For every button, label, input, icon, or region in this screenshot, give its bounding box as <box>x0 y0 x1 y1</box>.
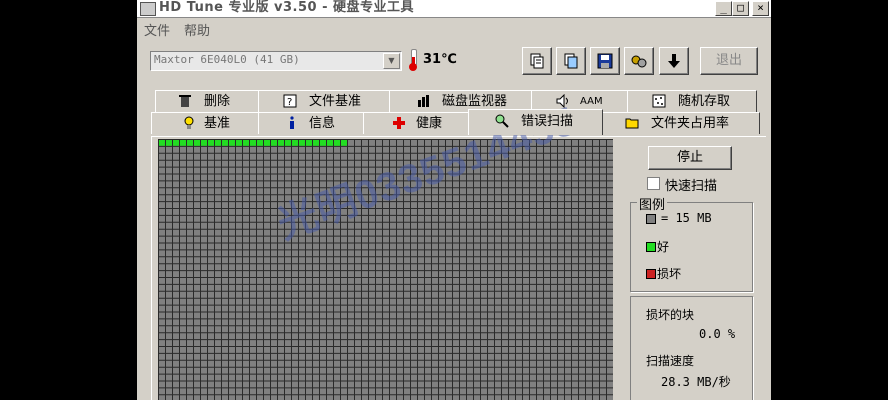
good-block <box>221 139 228 146</box>
good-block <box>158 139 165 146</box>
tab-erase[interactable]: 删除 <box>155 90 259 112</box>
temperature-readout: 31℃ <box>423 52 457 67</box>
drive-select-value: Maxtor 6E040L0 (41 GB) <box>154 53 300 66</box>
magnifier-icon <box>495 114 509 128</box>
good-block <box>172 139 179 146</box>
damaged-blocks-value: 0.0 % <box>699 327 736 341</box>
good-block <box>263 139 270 146</box>
speaker-icon <box>556 93 570 109</box>
minimize-button[interactable]: _ <box>715 1 732 16</box>
hdtune-window: HD Tune 专业版 v3.50 - 硬盘专业工具 _ □ × 文件 帮助 M… <box>137 0 771 400</box>
save-button[interactable] <box>590 47 620 75</box>
maximize-button[interactable]: □ <box>732 1 749 16</box>
title-bar: HD Tune 专业版 v3.50 - 硬盘专业工具 _ □ × <box>137 0 771 18</box>
download-button[interactable] <box>659 47 689 75</box>
legend-pending-swatch <box>646 214 656 224</box>
toolbar: Maxtor 6E040L0 (41 GB) ▼ 31℃ 退出 <box>137 40 771 84</box>
tab-benchmark-label: 基准 <box>204 116 231 131</box>
window-title: HD Tune 专业版 v3.50 - 硬盘专业工具 <box>159 0 415 15</box>
good-block <box>298 139 305 146</box>
file-benchmark-icon: ? <box>283 94 297 108</box>
good-block <box>291 139 298 146</box>
quick-scan-checkbox[interactable] <box>647 177 660 190</box>
bulb-icon <box>182 116 196 130</box>
quick-scan-label: 快速扫描 <box>665 179 718 194</box>
tab-health-label: 健康 <box>416 116 443 131</box>
stop-button[interactable]: 停止 <box>648 146 732 170</box>
app-icon <box>140 2 156 16</box>
close-button[interactable]: × <box>752 1 769 16</box>
tab-info[interactable]: 信息 <box>258 112 364 134</box>
menu-help[interactable]: 帮助 <box>184 20 210 39</box>
tab-file-benchmark[interactable]: ? 文件基准 <box>258 90 390 112</box>
tab-random-access-label: 随机存取 <box>678 94 731 109</box>
good-block <box>333 139 340 146</box>
good-block <box>305 139 312 146</box>
disk-monitor-icon <box>417 94 431 108</box>
tab-folder-usage[interactable]: 文件夹占用率 <box>602 112 760 134</box>
good-block <box>165 139 172 146</box>
legend-good-swatch <box>646 242 656 252</box>
damaged-blocks-label: 损坏的块 <box>646 308 695 322</box>
good-block <box>186 139 193 146</box>
download-arrow-icon <box>668 54 680 68</box>
scan-speed-value: 28.3 MB/秒 <box>661 375 731 389</box>
copy-text-button[interactable] <box>522 47 552 75</box>
good-block <box>256 139 263 146</box>
tab-error-scan[interactable]: 错误扫描 <box>468 109 603 135</box>
svg-text:?: ? <box>287 97 292 108</box>
good-block <box>193 139 200 146</box>
good-block <box>277 139 284 146</box>
copy-screenshot-button[interactable] <box>556 47 586 75</box>
trash-icon <box>178 94 192 108</box>
scan-block-map <box>158 139 613 400</box>
options-button[interactable] <box>624 47 654 75</box>
good-block <box>228 139 235 146</box>
tab-benchmark[interactable]: 基准 <box>151 112 259 134</box>
tab-health[interactable]: 健康 <box>363 112 469 134</box>
good-block <box>200 139 207 146</box>
tab-folder-usage-label: 文件夹占用率 <box>651 116 730 131</box>
tab-file-benchmark-label: 文件基准 <box>309 94 362 109</box>
good-block <box>319 139 326 146</box>
save-icon <box>597 53 613 69</box>
good-block <box>235 139 242 146</box>
tab-erase-label: 删除 <box>204 94 231 109</box>
thermometer-icon <box>409 49 417 71</box>
menu-bar: 文件 帮助 <box>137 18 771 39</box>
legend-bad-swatch <box>646 269 656 279</box>
menu-file[interactable]: 文件 <box>144 20 170 39</box>
exit-button[interactable]: 退出 <box>700 47 758 75</box>
tab-random-access[interactable]: 随机存取 <box>627 90 757 112</box>
chevron-down-icon[interactable]: ▼ <box>383 53 400 69</box>
health-cross-icon <box>392 116 406 130</box>
good-block <box>214 139 221 146</box>
good-block <box>249 139 256 146</box>
copy-text-icon <box>530 53 544 69</box>
legend-block-size: = 15 MB <box>661 211 712 225</box>
tab-error-scan-label: 错误扫描 <box>521 114 574 129</box>
legend-bad-label: 损坏 <box>657 267 682 281</box>
legend-good-label: 好 <box>657 240 670 254</box>
drive-select[interactable]: Maxtor 6E040L0 (41 GB) ▼ <box>150 51 402 71</box>
good-block <box>207 139 214 146</box>
random-access-icon <box>652 94 666 108</box>
good-block <box>284 139 291 146</box>
good-block <box>326 139 333 146</box>
good-block <box>340 139 347 146</box>
options-icon <box>631 55 647 68</box>
info-icon <box>285 116 299 130</box>
folder-icon <box>625 116 639 130</box>
good-block <box>179 139 186 146</box>
good-block <box>312 139 319 146</box>
scan-speed-label: 扫描速度 <box>646 354 695 368</box>
good-block <box>242 139 249 146</box>
copy-screenshot-icon <box>564 53 578 69</box>
tab-info-label: 信息 <box>309 116 336 131</box>
good-block <box>270 139 277 146</box>
pending-blocks <box>158 139 613 400</box>
